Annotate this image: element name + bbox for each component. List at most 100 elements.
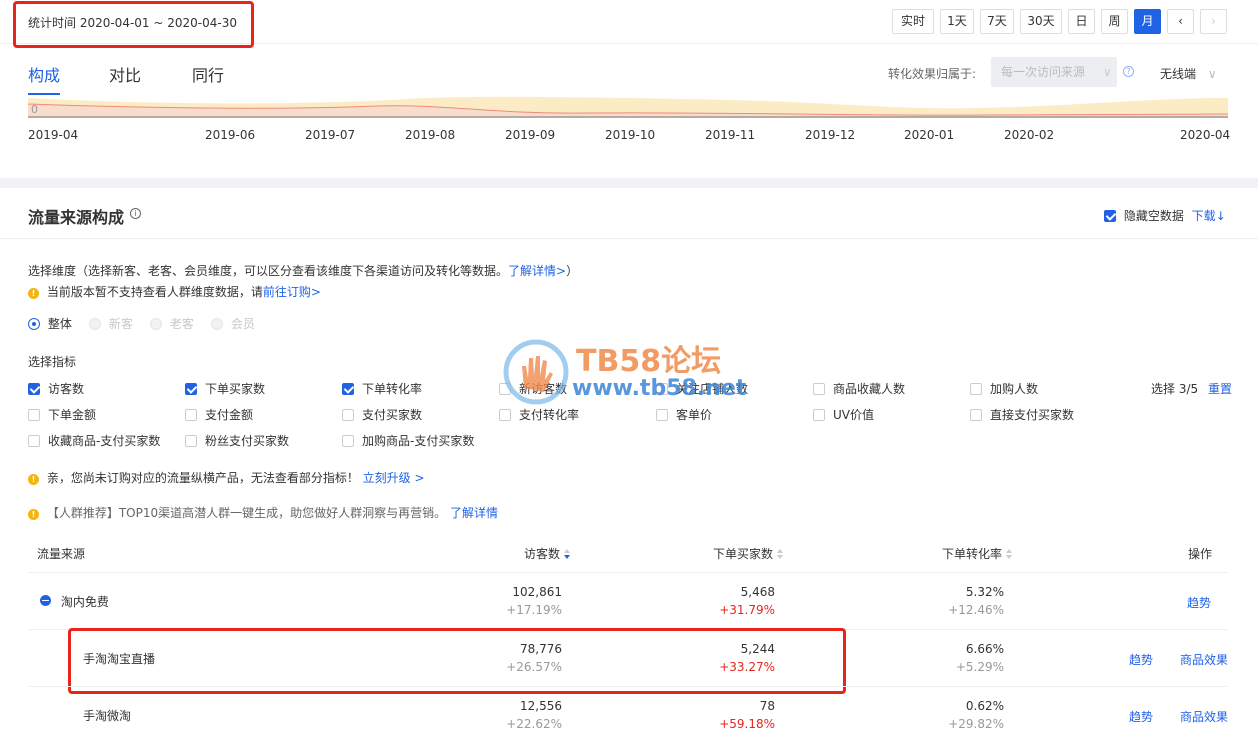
metric-option[interactable]: 下单金额 <box>28 406 96 423</box>
metric-option[interactable]: 加购人数 <box>970 380 1038 397</box>
cell-rate: 0.62% <box>965 699 1004 713</box>
th-conversion[interactable]: 下单转化率 <box>942 545 1013 562</box>
product-effect-link[interactable]: 商品效果 <box>1180 651 1228 668</box>
warning-icon: ! <box>28 509 39 520</box>
info-icon[interactable]: i <box>130 208 141 219</box>
device-select[interactable]: 无线端 ∨ <box>1160 65 1217 82</box>
period-30day-button[interactable]: 30天 <box>1020 9 1062 34</box>
trend-link[interactable]: 趋势 <box>1129 651 1153 668</box>
tab-compare[interactable]: 对比 <box>109 62 141 86</box>
section-title: 流量来源构成 <box>28 208 125 227</box>
table-row-name[interactable]: 手淘微淘 <box>83 707 131 724</box>
download-link[interactable]: 下载↓ <box>1192 209 1226 223</box>
period-day-button[interactable]: 日 <box>1068 9 1095 34</box>
metric-label: 商品收藏人数 <box>833 382 906 396</box>
metric-option[interactable]: 支付金额 <box>185 406 253 423</box>
hide-empty-toggle[interactable]: 隐藏空数据 下载↓ <box>1104 207 1226 224</box>
metrics-selected-count: 选择 3/5 <box>1151 382 1199 396</box>
metric-checkbox[interactable] <box>185 383 197 395</box>
metric-option[interactable]: 粉丝支付买家数 <box>185 432 289 449</box>
metric-option[interactable]: 访客数 <box>28 380 84 397</box>
subscribe-link[interactable]: 前往订购> <box>263 285 321 299</box>
radio-old-customer[interactable]: 老客 <box>150 315 194 332</box>
metric-checkbox[interactable] <box>813 409 825 421</box>
metric-option[interactable]: 支付买家数 <box>342 406 422 423</box>
metric-option[interactable]: 收藏商品-支付买家数 <box>28 432 160 449</box>
radio-overall[interactable]: 整体 <box>28 315 72 332</box>
metric-checkbox[interactable] <box>813 383 825 395</box>
table-row-name[interactable]: 淘内免费 <box>40 593 109 610</box>
upgrade-link[interactable]: 立刻升级 > <box>363 471 425 485</box>
trend-link[interactable]: 趋势 <box>1129 708 1153 725</box>
prev-period-button[interactable]: ‹ <box>1167 9 1194 34</box>
section-gap <box>0 178 1258 188</box>
help-icon[interactable]: ? <box>1123 66 1134 77</box>
x-tick-label: 2020-02 <box>1004 128 1055 142</box>
metric-checkbox[interactable] <box>28 409 40 421</box>
x-tick-label: 2020-01 <box>904 128 955 142</box>
metric-checkbox[interactable] <box>342 409 354 421</box>
th-visitors[interactable]: 访客数 <box>524 545 571 562</box>
cell-rate-change: +29.82% <box>948 717 1004 731</box>
collapse-icon[interactable] <box>40 595 51 606</box>
chevron-right-icon: › <box>1211 14 1216 28</box>
radio-member[interactable]: 会员 <box>211 315 255 332</box>
upgrade-notice-text: 亲，您尚未订购对应的流量纵横产品，无法查看部分指标！ <box>46 471 359 485</box>
y-zero-label: 0 <box>31 103 38 116</box>
hide-empty-checkbox[interactable] <box>1104 210 1116 222</box>
highlight-box-date <box>13 1 254 48</box>
row-divider <box>28 686 1228 687</box>
metric-checkbox[interactable] <box>970 383 982 395</box>
upgrade-notice: ! 亲，您尚未订购对应的流量纵横产品，无法查看部分指标！ 立刻升级 > <box>28 469 425 486</box>
period-1day-button[interactable]: 1天 <box>940 9 974 34</box>
radio-new-label: 新客 <box>108 317 133 331</box>
product-effect-link[interactable]: 商品效果 <box>1180 708 1228 725</box>
th-buyers[interactable]: 下单买家数 <box>713 545 784 562</box>
cell-buyers-change: +59.18% <box>719 717 775 731</box>
radio-overall-control[interactable] <box>28 318 40 330</box>
metric-option[interactable]: 加购商品-支付买家数 <box>342 432 474 449</box>
tab-composition[interactable]: 构成 <box>28 62 60 86</box>
reset-button[interactable]: 重置 <box>1208 382 1232 396</box>
crowd-notice-text: 【人群推荐】TOP10渠道高潜人群一键生成，助您做好人群洞察与再营销。 <box>46 506 447 520</box>
attribution-select[interactable]: 每一次访问来源 ∨ <box>991 57 1117 87</box>
metric-checkbox[interactable] <box>342 435 354 447</box>
metric-checkbox[interactable] <box>342 383 354 395</box>
metric-option[interactable]: 直接支付买家数 <box>970 406 1074 423</box>
dimension-detail-link[interactable]: 了解详情> <box>508 264 566 278</box>
period-7day-button[interactable]: 7天 <box>980 9 1014 34</box>
metric-option[interactable]: 客单价 <box>656 406 712 423</box>
metric-label: 收藏商品-支付买家数 <box>48 434 161 448</box>
metric-checkbox[interactable] <box>28 383 40 395</box>
metric-option[interactable]: UV价值 <box>813 406 874 423</box>
metric-label: 直接支付买家数 <box>990 408 1075 422</box>
metric-checkbox[interactable] <box>185 409 197 421</box>
trend-link[interactable]: 趋势 <box>1187 594 1211 611</box>
metric-option[interactable]: 商品收藏人数 <box>813 380 905 397</box>
metrics-count: 选择 3/5 重置 <box>1151 380 1232 397</box>
tab-peers[interactable]: 同行 <box>192 62 224 86</box>
dimension-description: 选择维度（选择新客、老客、会员维度，可以区分查看该维度下各渠道访问及转化等数据。… <box>28 262 578 279</box>
metric-checkbox[interactable] <box>28 435 40 447</box>
period-week-button[interactable]: 周 <box>1101 9 1128 34</box>
sort-icon[interactable] <box>1006 549 1013 559</box>
period-month-button[interactable]: 月 <box>1134 9 1161 34</box>
metric-option[interactable]: 下单买家数 <box>185 380 265 397</box>
metric-checkbox[interactable] <box>656 409 668 421</box>
metric-checkbox[interactable] <box>185 435 197 447</box>
hide-empty-label: 隐藏空数据 <box>1123 209 1184 223</box>
period-realtime-button[interactable]: 实时 <box>892 9 934 34</box>
radio-new-customer[interactable]: 新客 <box>89 315 133 332</box>
metric-checkbox[interactable] <box>970 409 982 421</box>
radio-old-control[interactable] <box>150 318 162 330</box>
radio-member-control[interactable] <box>211 318 223 330</box>
next-period-button[interactable]: › <box>1200 9 1227 34</box>
warning-icon: ! <box>28 474 39 485</box>
dimension-notice: ! 当前版本暂不支持查看人群维度数据，请前往订购> <box>28 283 321 300</box>
sort-icon[interactable] <box>564 549 571 559</box>
row-name-label: 淘内免费 <box>60 595 109 609</box>
crowd-detail-link[interactable]: 了解详情 <box>450 506 498 520</box>
radio-new-control[interactable] <box>89 318 101 330</box>
metric-option[interactable]: 下单转化率 <box>342 380 422 397</box>
sort-icon[interactable] <box>777 549 784 559</box>
